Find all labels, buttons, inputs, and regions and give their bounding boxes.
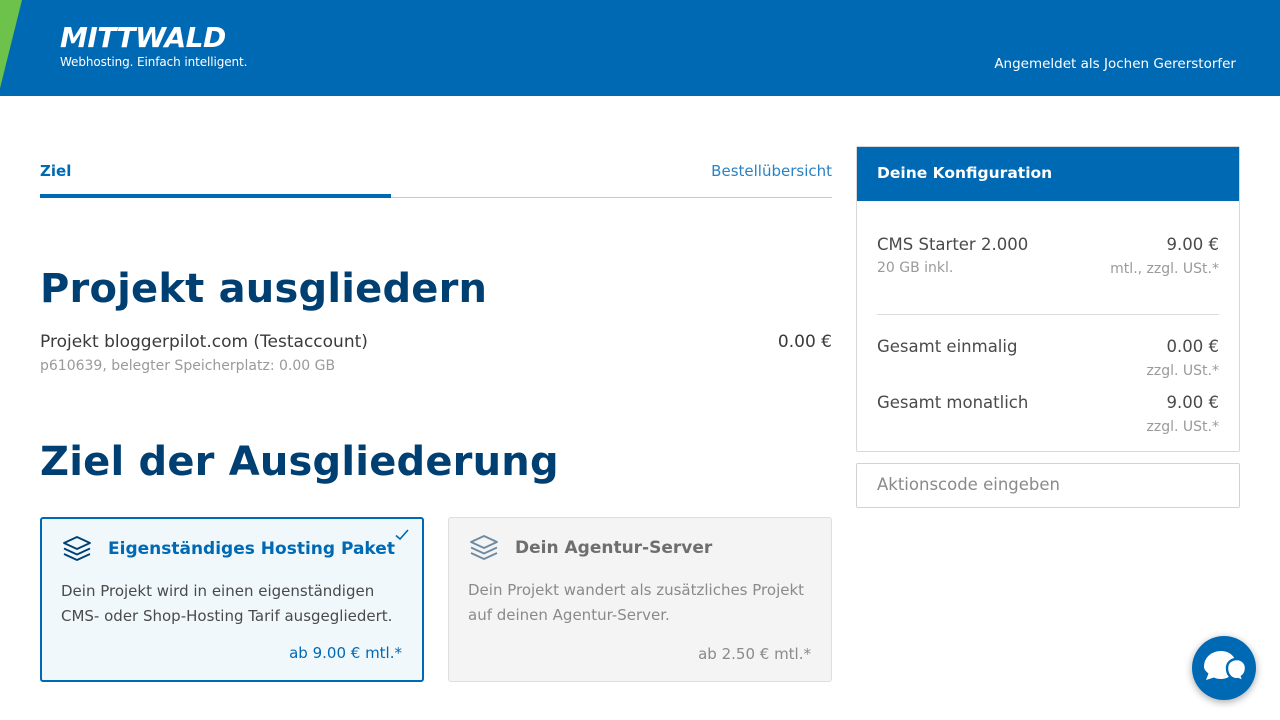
step-tabs: Ziel Bestellübersicht [40, 148, 832, 198]
project-summary: Projekt bloggerpilot.com (Testaccount) p… [40, 332, 832, 374]
project-name: Projekt bloggerpilot.com (Testaccount) [40, 332, 368, 352]
option-card-hosting-paket[interactable]: Eigenständiges Hosting Paket Dein Projek… [40, 517, 424, 682]
option-title: Eigenständiges Hosting Paket [108, 539, 395, 559]
option-price: ab 2.50 € mtl.* [698, 645, 811, 663]
logged-in-user[interactable]: Angemeldet als Jochen Gererstorfer [994, 56, 1236, 72]
target-section-title: Ziel der Ausgliederung [40, 439, 559, 485]
project-details: p610639, belegter Speicherplatz: 0.00 GB [40, 358, 336, 374]
top-header: MITTWALD Webhosting. Einfach intelligent… [0, 0, 1280, 96]
product-price: 9.00 € [1166, 235, 1219, 254]
logo-text: MITTWALD [60, 21, 226, 54]
divider [877, 314, 1219, 315]
config-monthly-row: Gesamt monatlich 9.00 € zzgl. USt.* [877, 393, 1219, 435]
once-note: zzgl. USt.* [1146, 363, 1219, 379]
option-card-agentur-server[interactable]: Dein Agentur-Server Dein Projekt wandert… [448, 517, 832, 682]
logo-tagline: Webhosting. Einfach intelligent. [60, 55, 248, 69]
product-price-note: mtl., zzgl. USt.* [1110, 261, 1219, 277]
active-tab-indicator [40, 194, 391, 198]
option-description: Dein Projekt wandert als zusätzliches Pr… [468, 581, 805, 624]
layers-icon [63, 536, 91, 561]
logo[interactable]: MITTWALD Webhosting. Einfach intelligent… [60, 21, 248, 70]
configuration-panel: Deine Konfiguration CMS Starter 2.000 20… [856, 146, 1240, 452]
tab-bestelluebersicht[interactable]: Bestellübersicht [711, 162, 832, 180]
config-once-row: Gesamt einmalig 0.00 € zzgl. USt.* [877, 337, 1219, 379]
option-price: ab 9.00 € mtl.* [289, 644, 402, 662]
promo-code-input[interactable]: Aktionscode eingeben [856, 463, 1240, 508]
chat-button[interactable] [1192, 636, 1256, 700]
option-description: Dein Projekt wird in einen eigenständige… [61, 582, 393, 625]
layers-icon [470, 535, 498, 560]
config-product-row: CMS Starter 2.000 20 GB inkl. 9.00 € mtl… [877, 235, 1219, 277]
checkmark-icon [395, 529, 409, 541]
chat-icon [1204, 651, 1248, 684]
monthly-note: zzgl. USt.* [1146, 419, 1219, 435]
page-title: Projekt ausgliedern [40, 266, 488, 312]
tab-ziel[interactable]: Ziel [40, 162, 71, 180]
configuration-title: Deine Konfiguration [857, 147, 1239, 201]
monthly-price: 9.00 € [1166, 393, 1219, 412]
once-price: 0.00 € [1166, 337, 1219, 356]
project-price: 0.00 € [777, 332, 832, 352]
option-title: Dein Agentur-Server [515, 538, 713, 558]
